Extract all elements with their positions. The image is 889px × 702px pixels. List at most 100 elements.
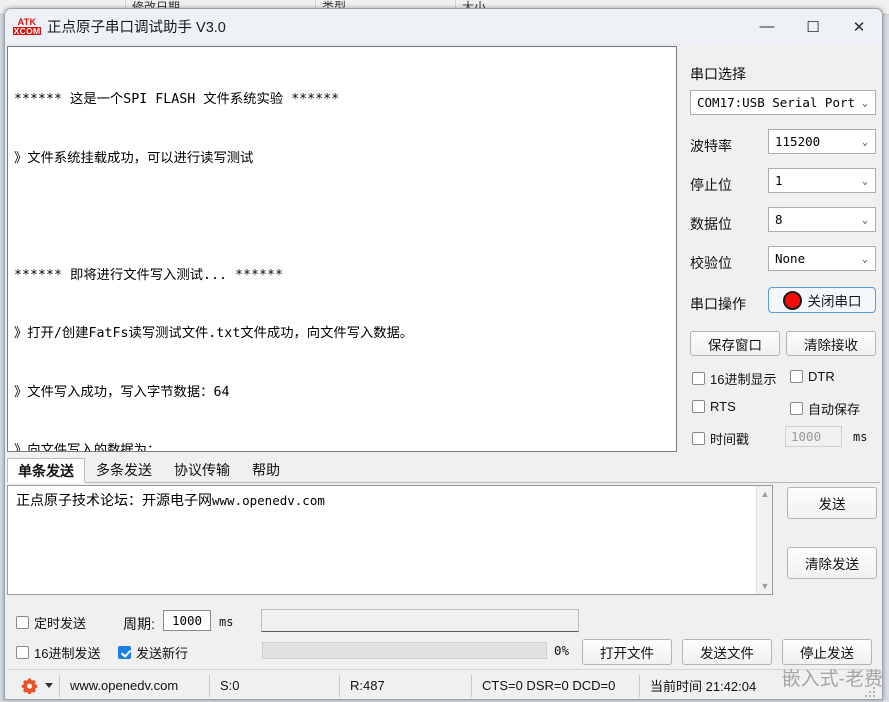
baud-rate-value: 115200 (775, 134, 821, 149)
close-port-button[interactable]: 关闭串口 (768, 287, 876, 313)
send-textarea[interactable]: 正点原子技术论坛：开源电子网www.openedv.com ▲ ▼ (7, 485, 773, 595)
status-site[interactable]: www.openedv.com (60, 674, 210, 697)
atk-xcom-logo-icon: ATK XCOM (12, 16, 42, 38)
clear-send-button[interactable]: 清除发送 (787, 547, 877, 579)
timestamp-unit-label: ms (853, 430, 868, 444)
tab-protocol-transfer[interactable]: 协议传输 (163, 457, 241, 482)
rts-label: RTS (710, 399, 736, 414)
hex-display-checkbox[interactable]: 16进制显示 (692, 369, 776, 388)
tab-protocol-transfer-label: 协议传输 (174, 462, 230, 478)
save-window-button[interactable]: 保存窗口 (690, 331, 780, 356)
send-text-cn: 正点原子技术论坛：开源电子网 (16, 492, 212, 508)
open-file-button-label: 打开文件 (600, 646, 654, 661)
scroll-up-icon[interactable]: ▲ (757, 486, 772, 502)
timestamp-interval-input[interactable]: 1000 (785, 426, 842, 447)
minimize-button[interactable]: — (744, 9, 790, 44)
status-bar: www.openedv.com S:0 R:487 CTS=0 DSR=0 DC… (7, 669, 880, 699)
stop-bits-select[interactable]: 1 ⌄ (768, 168, 876, 193)
maximize-button[interactable]: ☐ (790, 9, 836, 44)
status-sent-count: S:0 (210, 674, 340, 697)
chevron-down-icon: ⌄ (861, 98, 868, 109)
checkbox-box (692, 400, 705, 413)
data-bits-select[interactable]: 8 ⌄ (768, 207, 876, 232)
stop-bits-value: 1 (775, 173, 783, 188)
checkbox-box (692, 372, 705, 385)
tab-multi-send[interactable]: 多条发送 (85, 457, 163, 482)
receive-line: 》文件系统挂载成功，可以进行读写测试 (14, 150, 254, 166)
tab-single-send-label: 单条发送 (18, 462, 74, 479)
receive-textarea[interactable]: ****** 这是一个SPI FLASH 文件系统实验 ****** 》文件系统… (7, 46, 677, 452)
period-unit-label: ms (219, 615, 234, 629)
send-progress-percent: 0% (554, 643, 570, 658)
open-file-button[interactable]: 打开文件 (582, 639, 672, 665)
checkbox-box (790, 402, 803, 415)
close-button[interactable]: ✕ (836, 9, 882, 44)
tab-multi-send-label: 多条发送 (96, 462, 152, 478)
port-select-value: COM17:USB Serial Port (697, 95, 856, 110)
checkbox-box (16, 646, 29, 659)
receive-line: ****** 即将进行文件写入测试... ****** (14, 267, 284, 283)
window-title: 正点原子串口调试助手 V3.0 (47, 20, 226, 36)
send-content: 正点原子技术论坛：开源电子网www.openedv.com (8, 486, 772, 515)
checkbox-box (692, 432, 705, 445)
settings-menu-button[interactable] (7, 674, 60, 697)
send-button[interactable]: 发送 (787, 487, 877, 519)
receive-content: ****** 这是一个SPI FLASH 文件系统实验 ****** 》文件系统… (8, 47, 676, 452)
bottom-controls: 定时发送 周期: 1000 ms 16进制发送 发送新行 0% 打开文件 发送文… (5, 597, 882, 699)
auto-save-checkbox[interactable]: 自动保存 (790, 399, 860, 418)
receive-line: 》向文件写入的数据为： (14, 443, 161, 452)
timestamp-label: 时间戳 (710, 432, 750, 447)
send-scrollbar[interactable]: ▲ ▼ (756, 486, 772, 594)
timestamp-checkbox[interactable]: 时间戳 (692, 429, 749, 448)
status-modem-signals: CTS=0 DSR=0 DCD=0 (472, 674, 640, 697)
timestamp-interval-value: 1000 (791, 429, 822, 444)
title-bar: ATK XCOM 正点原子串口调试助手 V3.0 — ☐ ✕ (5, 9, 882, 45)
period-value: 1000 (171, 613, 203, 628)
timed-send-label: 定时发送 (34, 616, 87, 631)
auto-save-label: 自动保存 (808, 402, 861, 417)
send-button-label: 发送 (818, 497, 846, 512)
receive-line: 》文件写入成功，写入字节数据：64 (14, 384, 230, 400)
port-section-title: 串口选择 (690, 66, 746, 82)
status-current-time: 当前时间 21:42:04 (650, 679, 757, 694)
port-status-led-icon (782, 290, 802, 310)
parity-select[interactable]: None ⌄ (768, 246, 876, 271)
gear-icon (21, 677, 38, 695)
clear-receive-button[interactable]: 清除接收 (786, 331, 876, 356)
stop-send-button[interactable]: 停止发送 (782, 639, 872, 665)
period-input[interactable]: 1000 (163, 610, 211, 631)
send-file-button-label: 发送文件 (700, 646, 754, 661)
rts-checkbox[interactable]: RTS (692, 399, 736, 414)
send-file-button[interactable]: 发送文件 (682, 639, 772, 665)
timed-send-checkbox[interactable]: 定时发送 (16, 613, 86, 632)
send-newline-label: 发送新行 (136, 646, 189, 661)
hex-send-checkbox[interactable]: 16进制发送 (16, 643, 100, 662)
logo-line-2: XCOM (12, 25, 42, 36)
status-received-count: R:487 (340, 674, 472, 697)
window-controls: — ☐ ✕ (744, 9, 882, 44)
port-select[interactable]: COM17:USB Serial Port ⌄ (690, 90, 876, 115)
resize-grip[interactable] (865, 687, 877, 699)
scroll-down-icon[interactable]: ▼ (757, 578, 772, 594)
chevron-down-icon: ⌄ (861, 137, 868, 148)
period-label: 周期: (123, 616, 155, 632)
send-progress-bar (262, 642, 547, 659)
dtr-checkbox[interactable]: DTR (790, 369, 835, 384)
baud-rate-label: 波特率 (690, 138, 732, 154)
send-mode-tabs: 单条发送 多条发送 协议传输 帮助 (7, 456, 880, 483)
tab-single-send[interactable]: 单条发送 (7, 458, 85, 483)
file-path-input[interactable] (261, 609, 579, 632)
send-newline-checkbox[interactable]: 发送新行 (118, 643, 188, 662)
receive-line: 》打开/创建FatFs读写测试文件.txt文件成功，向文件写入数据。 (14, 326, 414, 341)
close-port-button-label: 关闭串口 (807, 294, 862, 309)
hex-display-label: 16进制显示 (710, 372, 777, 387)
tab-help[interactable]: 帮助 (241, 457, 291, 482)
baud-rate-select[interactable]: 115200 ⌄ (768, 129, 876, 154)
save-window-button-label: 保存窗口 (708, 337, 762, 353)
clear-send-button-label: 清除发送 (805, 557, 859, 572)
stop-bits-label: 停止位 (690, 177, 732, 193)
receive-line: ****** 这是一个SPI FLASH 文件系统实验 ****** (14, 92, 340, 107)
data-bits-value: 8 (775, 212, 783, 227)
checkbox-box (16, 616, 29, 629)
chevron-down-icon: ⌄ (861, 215, 868, 226)
